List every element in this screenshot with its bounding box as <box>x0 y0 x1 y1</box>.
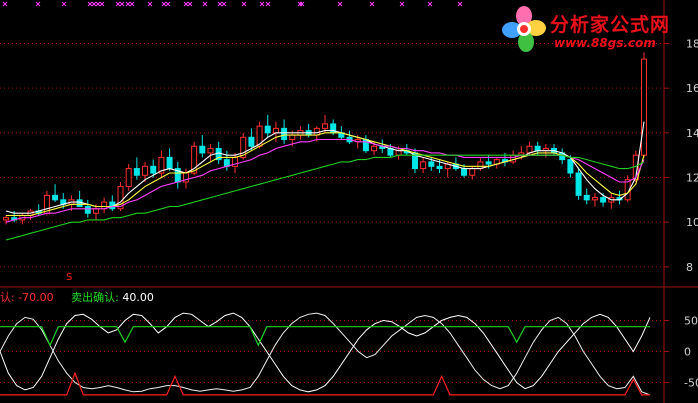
oscillator-line <box>0 326 650 347</box>
sell-confirm-value: 40.00 <box>122 291 154 304</box>
candle-body <box>264 125 271 134</box>
oscillator-axis: 50 0 -50 <box>664 315 698 390</box>
candle-body <box>567 159 574 174</box>
candle-body <box>248 136 255 147</box>
price-tick-label: 12 <box>686 172 698 185</box>
top-marker <box>187 1 193 7</box>
candle-body <box>84 206 91 214</box>
top-markers <box>2 1 463 7</box>
candle-body <box>125 168 132 187</box>
top-marker <box>115 1 121 7</box>
candle-body <box>322 123 328 129</box>
top-marker <box>369 1 375 7</box>
oscillator-tick-label: 50 <box>684 315 698 328</box>
top-marker <box>165 1 171 7</box>
candle-body <box>142 165 149 176</box>
top-marker <box>399 1 405 7</box>
candle-body <box>420 161 427 170</box>
top-marker <box>217 1 223 7</box>
candle-body <box>362 139 369 152</box>
candle-body <box>461 168 468 176</box>
buy-confirm-label: 认: <box>0 291 19 304</box>
candle-body <box>272 127 279 134</box>
candle-body <box>150 165 157 174</box>
top-marker <box>259 1 265 7</box>
candle-body <box>641 58 647 156</box>
sell-confirm-item: 卖出确认: 40.00 <box>71 291 154 304</box>
price-axis: 18161412108 <box>0 0 698 403</box>
candlesticks <box>3 52 647 225</box>
oscillator-grid <box>0 320 664 383</box>
top-marker <box>457 1 463 7</box>
candle-body <box>281 127 288 141</box>
candle-body <box>371 145 378 152</box>
top-marker <box>129 1 135 7</box>
moving-average-line <box>5 154 645 241</box>
top-marker <box>265 1 271 7</box>
top-marker <box>161 1 167 7</box>
top-marker <box>147 1 153 7</box>
price-tick-label: 8 <box>686 261 693 274</box>
candle-body <box>52 194 59 201</box>
indicator-legend: 认: -70.00 卖出确认: 40.00 <box>0 289 168 305</box>
moving-average-line <box>5 138 645 223</box>
price-tick-label: 10 <box>686 216 698 229</box>
candle-body <box>207 147 214 154</box>
signal-marker: S <box>66 272 73 283</box>
candle-body <box>76 199 83 208</box>
price-tick-label: 14 <box>686 127 698 140</box>
candle-body <box>289 134 296 141</box>
top-marker <box>202 1 208 7</box>
candle-body <box>428 161 435 167</box>
top-marker <box>87 1 93 7</box>
watermark-url: www.88gs.com <box>554 36 656 50</box>
candle-body <box>3 217 9 221</box>
candle-body <box>92 208 99 214</box>
top-marker <box>183 1 189 7</box>
top-marker <box>125 1 131 7</box>
top-marker <box>99 1 105 7</box>
top-marker <box>221 1 227 7</box>
sell-confirm-label: 卖出确认: <box>71 291 123 304</box>
candle-body <box>199 145 206 154</box>
oscillator-tick-label: -50 <box>684 377 698 390</box>
watermark-title: 分析家公式网 <box>550 14 671 36</box>
top-marker <box>35 1 41 7</box>
candle-body <box>534 145 541 152</box>
top-marker <box>337 1 343 7</box>
buy-confirm-value: -70.00 <box>18 291 54 304</box>
top-marker <box>91 1 97 7</box>
oscillator-line <box>0 312 651 393</box>
candle-body <box>133 168 140 176</box>
stock-chart: 18161412108 500-50 <box>0 0 698 403</box>
watermark: 分析家公式网 www.88gs.com <box>498 2 696 58</box>
candle-body <box>166 156 173 170</box>
top-marker <box>427 1 433 7</box>
candle-body <box>583 194 590 201</box>
candle-body <box>510 154 517 163</box>
candle-body <box>436 165 443 170</box>
top-marker <box>2 1 8 7</box>
oscillator-tick-label: 0 <box>684 346 691 359</box>
candle-body <box>469 168 476 176</box>
candle-body <box>395 150 402 156</box>
price-tick-label: 16 <box>686 82 698 95</box>
candle-body <box>575 172 582 196</box>
buy-confirm-item: 认: -70.00 <box>0 291 54 304</box>
top-marker <box>241 1 247 7</box>
flower-logo-icon <box>502 6 546 52</box>
candle-body <box>591 197 598 201</box>
candle-body <box>600 197 607 203</box>
moving-average-line <box>5 121 645 214</box>
candle-body <box>485 161 492 165</box>
oscillator-line <box>0 371 650 396</box>
top-marker <box>95 1 101 7</box>
top-marker <box>61 1 67 7</box>
top-marker <box>119 1 125 7</box>
